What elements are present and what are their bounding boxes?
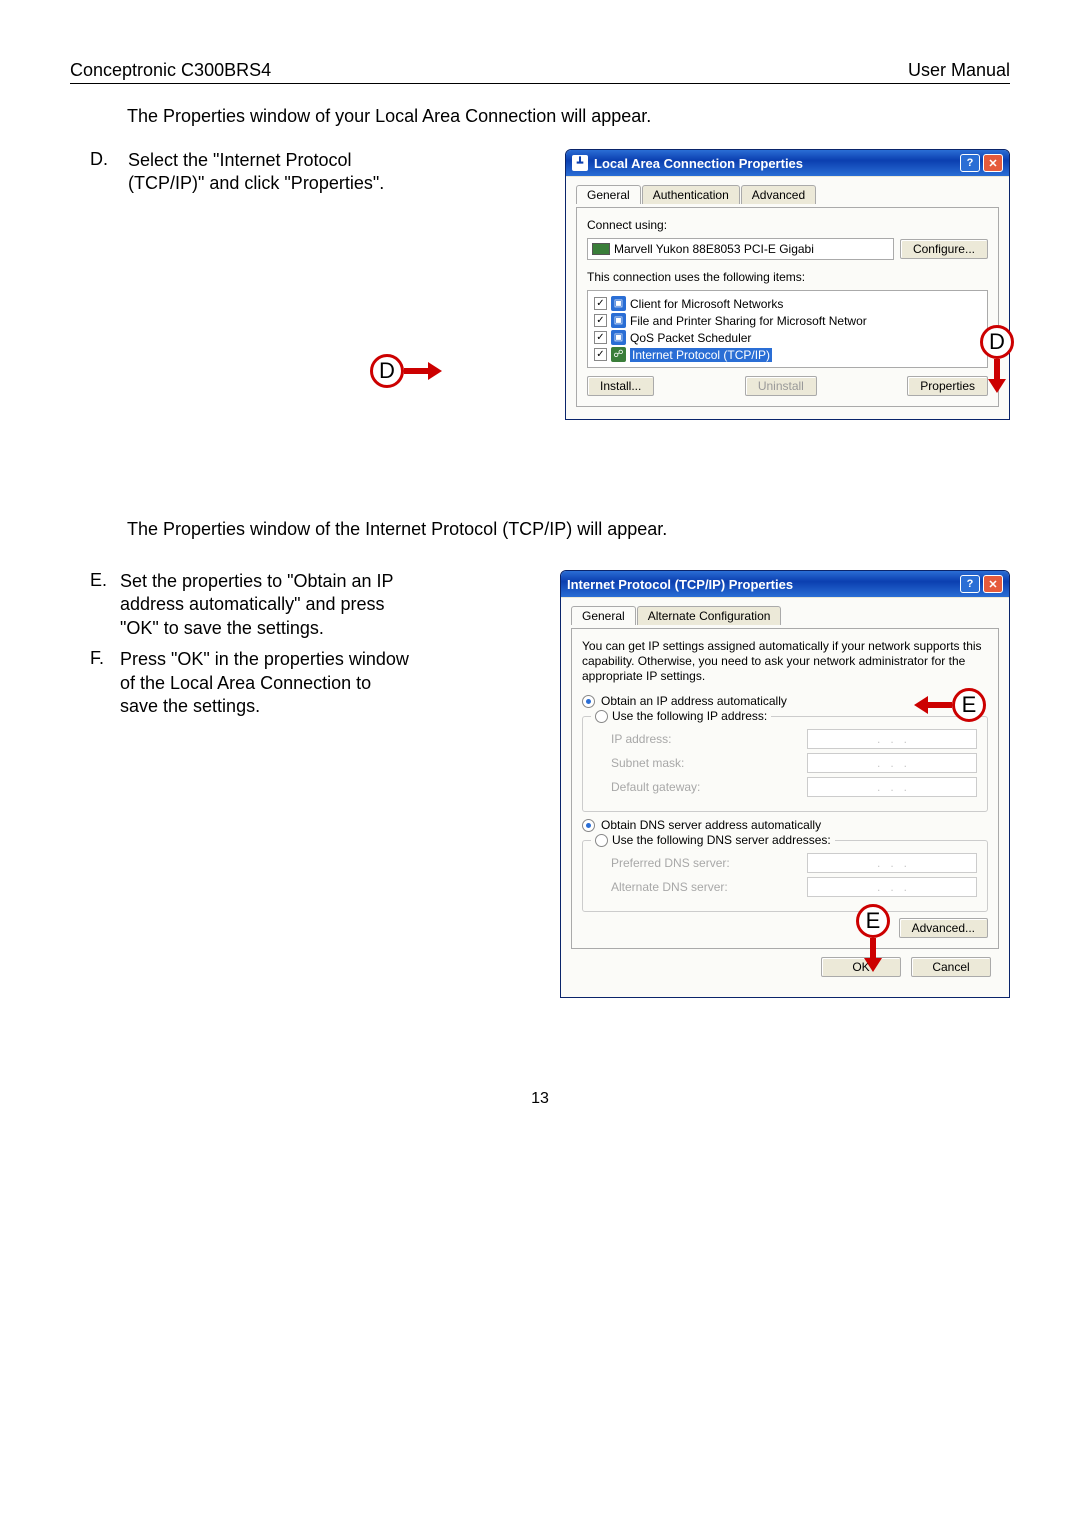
checkbox-icon[interactable]: ✓: [594, 297, 607, 310]
service-icon: ▣: [611, 330, 626, 345]
doc-title: User Manual: [908, 60, 1010, 81]
annotation-d-right: D: [980, 325, 1014, 393]
page-header: Conceptronic C300BRS4 User Manual: [70, 60, 1010, 84]
tcpip-title: Internet Protocol (TCP/IP) Properties: [567, 577, 793, 592]
use-ip-group: Use the following IP address: IP address…: [582, 716, 988, 812]
tcpip-titlebar: Internet Protocol (TCP/IP) Properties ? …: [561, 571, 1009, 597]
lan-tabs: General Authentication Advanced: [576, 185, 999, 204]
alt-dns-input: . . .: [807, 877, 977, 897]
service-icon: ▣: [611, 313, 626, 328]
annotation-arrow-right: [404, 362, 444, 380]
intro-text-1: The Properties window of your Local Area…: [127, 106, 1010, 127]
item-text-selected: Internet Protocol (TCP/IP): [630, 348, 772, 362]
protocol-icon: ☍: [611, 347, 626, 362]
items-label: This connection uses the following items…: [587, 270, 988, 284]
annotation-d-circle: D: [980, 325, 1014, 359]
annotation-e-top: E: [912, 688, 986, 722]
obtain-ip-label: Obtain an IP address automatically: [601, 694, 787, 708]
tcpip-properties-window: Internet Protocol (TCP/IP) Properties ? …: [560, 570, 1010, 998]
help-button[interactable]: ?: [960, 154, 980, 172]
annotation-d-circle: D: [370, 354, 404, 388]
tab-general[interactable]: General: [571, 606, 636, 625]
checkbox-icon[interactable]: ✓: [594, 348, 607, 361]
gateway-input: . . .: [807, 777, 977, 797]
radio-icon[interactable]: [595, 710, 608, 723]
item-text: File and Printer Sharing for Microsoft N…: [630, 314, 867, 328]
item-text: QoS Packet Scheduler: [630, 331, 751, 345]
item-qos[interactable]: ✓ ▣ QoS Packet Scheduler: [592, 329, 983, 346]
tab-authentication[interactable]: Authentication: [642, 185, 740, 204]
use-dns-group: Use the following DNS server addresses: …: [582, 840, 988, 912]
annotation-e-circle: E: [952, 688, 986, 722]
use-dns-label: Use the following DNS server addresses:: [612, 833, 831, 847]
annotation-arrow-down: [988, 359, 1006, 393]
nic-icon: [592, 243, 610, 255]
intro-text-2: The Properties window of the Internet Pr…: [127, 519, 1010, 540]
uninstall-button: Uninstall: [745, 376, 817, 396]
manual-page: Conceptronic C300BRS4 User Manual The Pr…: [0, 0, 1080, 1148]
alt-dns-field: Alternate DNS server: . . .: [611, 877, 977, 897]
step-d-row: D. Select the "Internet Protocol (TCP/IP…: [70, 149, 1010, 459]
tab-general[interactable]: General: [576, 185, 641, 204]
configure-button[interactable]: Configure...: [900, 239, 988, 259]
tcpip-tabs: General Alternate Configuration: [571, 606, 999, 625]
step-f-letter: F.: [70, 648, 120, 718]
product-name: Conceptronic C300BRS4: [70, 60, 271, 81]
lan-properties-window: ┻ Local Area Connection Properties ? ✕ G…: [565, 149, 1010, 420]
annotation-d-left: D: [370, 354, 444, 388]
item-fileprint[interactable]: ✓ ▣ File and Printer Sharing for Microso…: [592, 312, 983, 329]
tcpip-desc: You can get IP settings assigned automat…: [582, 639, 988, 684]
help-button[interactable]: ?: [960, 575, 980, 593]
adapter-textbox[interactable]: Marvell Yukon 88E8053 PCI-E Gigabi: [587, 238, 894, 260]
obtain-dns-radio[interactable]: Obtain DNS server address automatically: [582, 818, 988, 832]
obtain-dns-label: Obtain DNS server address automatically: [601, 818, 821, 832]
connect-using-label: Connect using:: [587, 218, 988, 232]
step-f-text: Press "OK" in the properties window of t…: [120, 648, 410, 718]
radio-icon[interactable]: [582, 819, 595, 832]
item-client[interactable]: ✓ ▣ Client for Microsoft Networks: [592, 295, 983, 312]
step-e-letter: E.: [70, 570, 120, 640]
annotation-e-bottom: E: [856, 904, 890, 972]
network-icon: ┻: [572, 155, 588, 171]
cancel-button[interactable]: Cancel: [911, 957, 991, 977]
ip-address-field: IP address: . . .: [611, 729, 977, 749]
close-button[interactable]: ✕: [983, 154, 1003, 172]
pref-dns-field: Preferred DNS server: . . .: [611, 853, 977, 873]
checkbox-icon[interactable]: ✓: [594, 331, 607, 344]
annotation-arrow-left: [912, 696, 952, 714]
use-dns-radio[interactable]: Use the following DNS server addresses:: [591, 833, 835, 847]
step-e-text: Set the properties to "Obtain an IP addr…: [120, 570, 400, 640]
use-ip-label: Use the following IP address:: [612, 709, 767, 723]
gateway-field: Default gateway: . . .: [611, 777, 977, 797]
tab-altconfig[interactable]: Alternate Configuration: [637, 606, 782, 625]
step-ef-row: E. Set the properties to "Obtain an IP a…: [70, 570, 1010, 1050]
page-number: 13: [70, 1090, 1010, 1108]
lan-title: Local Area Connection Properties: [594, 156, 803, 171]
annotation-e-circle: E: [856, 904, 890, 938]
install-button[interactable]: Install...: [587, 376, 654, 396]
item-text: Client for Microsoft Networks: [630, 297, 783, 311]
ip-input: . . .: [807, 729, 977, 749]
close-button[interactable]: ✕: [983, 575, 1003, 593]
properties-button[interactable]: Properties: [907, 376, 988, 396]
step-d-letter: D.: [70, 149, 120, 170]
advanced-button[interactable]: Advanced...: [899, 918, 988, 938]
adapter-name: Marvell Yukon 88E8053 PCI-E Gigabi: [614, 242, 814, 256]
subnet-field: Subnet mask: . . .: [611, 753, 977, 773]
lan-titlebar: ┻ Local Area Connection Properties ? ✕: [566, 150, 1009, 176]
step-d-text: Select the "Internet Protocol (TCP/IP)" …: [128, 149, 398, 196]
annotation-arrow-down: [864, 938, 882, 972]
radio-icon[interactable]: [595, 834, 608, 847]
pref-dns-input: . . .: [807, 853, 977, 873]
subnet-input: . . .: [807, 753, 977, 773]
item-tcpip[interactable]: ✓ ☍ Internet Protocol (TCP/IP): [592, 346, 983, 363]
tab-advanced[interactable]: Advanced: [741, 185, 816, 204]
checkbox-icon[interactable]: ✓: [594, 314, 607, 327]
items-list: ✓ ▣ Client for Microsoft Networks ✓ ▣ Fi…: [587, 290, 988, 368]
client-icon: ▣: [611, 296, 626, 311]
use-ip-radio[interactable]: Use the following IP address:: [591, 709, 771, 723]
radio-icon[interactable]: [582, 695, 595, 708]
